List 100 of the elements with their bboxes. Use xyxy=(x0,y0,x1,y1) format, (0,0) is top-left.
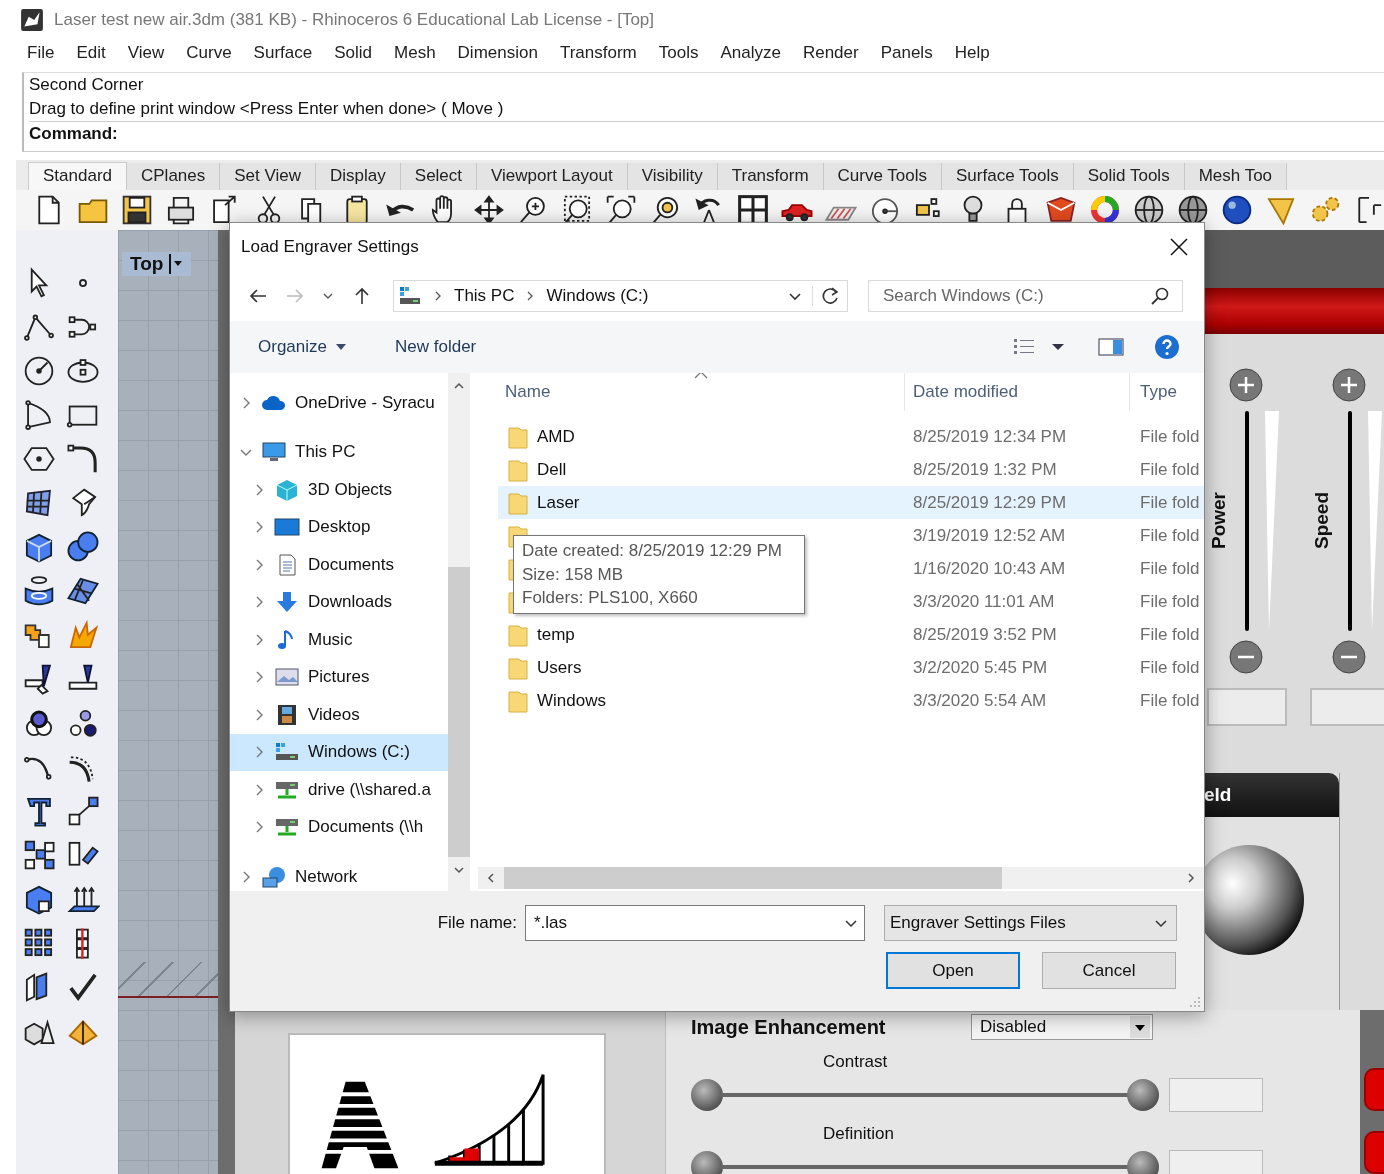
resize-grip-icon[interactable] xyxy=(1189,996,1201,1008)
menu-item[interactable]: Panels xyxy=(869,43,944,63)
toolbar-tab[interactable]: Visibility xyxy=(627,163,718,190)
column-header[interactable]: Type xyxy=(1130,373,1177,411)
tree-item[interactable]: Windows (C:) xyxy=(230,733,448,771)
file-type-dropdown[interactable]: Engraver Settings Files xyxy=(884,905,1177,941)
toolbar-tab[interactable]: Select xyxy=(400,163,478,190)
tree-item[interactable]: Videos xyxy=(230,696,448,734)
toolbar-tab[interactable]: Transform xyxy=(717,163,824,190)
tree-item[interactable]: Documents xyxy=(230,546,448,584)
tree-item[interactable]: This PC xyxy=(230,433,448,471)
input-field[interactable] xyxy=(1169,1150,1263,1174)
scroll-left-icon[interactable] xyxy=(486,872,496,884)
scroll-right-icon[interactable] xyxy=(1186,872,1196,884)
dialog-button[interactable]: Cancel xyxy=(1042,952,1176,989)
breadcrumb[interactable]: This PC xyxy=(454,286,515,306)
close-icon[interactable] xyxy=(1170,238,1188,256)
column-header[interactable]: Name xyxy=(478,373,905,411)
circle-icon[interactable] xyxy=(22,354,56,388)
cylinder-icon[interactable] xyxy=(22,574,56,608)
menu-item[interactable]: Render xyxy=(791,43,870,63)
file-name: AMD xyxy=(537,426,575,447)
viewport-tab[interactable]: Top xyxy=(122,252,192,276)
toolbar-tab[interactable]: Set View xyxy=(220,163,317,190)
file-row[interactable]: temp 8/25/2019 3:52 PM File fold xyxy=(498,618,1204,651)
toolbar-tab[interactable]: Surface Tools xyxy=(942,163,1074,190)
organize-menu[interactable]: Organize xyxy=(258,337,347,357)
file-row[interactable]: AMD 8/25/2019 12:34 PM File fold xyxy=(498,420,1204,453)
menu-item[interactable]: File xyxy=(16,43,66,63)
preview-pane-icon[interactable] xyxy=(1098,337,1124,357)
file-name-field[interactable]: *.las xyxy=(532,912,844,934)
tree-item[interactable]: Downloads xyxy=(230,583,448,621)
tree-item[interactable]: Desktop xyxy=(230,508,448,546)
file-row[interactable]: Users 3/2/2020 5:45 PM File fold xyxy=(498,651,1204,684)
slider-track[interactable] xyxy=(1245,411,1249,631)
dialog-button[interactable]: Open xyxy=(886,952,1020,989)
menu-item[interactable]: Edit xyxy=(65,43,117,63)
toolbar-tab[interactable]: Curve Tools xyxy=(823,163,943,190)
decrease-button[interactable] xyxy=(691,1079,723,1111)
help-icon[interactable] xyxy=(1154,334,1180,360)
decrease-button[interactable] xyxy=(691,1151,723,1174)
command-line[interactable]: Command: xyxy=(29,121,1384,146)
menu-item[interactable]: Mesh xyxy=(383,43,447,63)
tree-item[interactable]: drive (\\shared.a xyxy=(230,771,448,809)
toolbar-tab[interactable]: Viewport Layout xyxy=(477,163,628,190)
file-row[interactable]: Dell 8/25/2019 1:32 PM File fold xyxy=(498,453,1204,486)
minus-button[interactable] xyxy=(1332,640,1366,674)
menu-item[interactable]: Analyze xyxy=(709,43,792,63)
scale-icon[interactable] xyxy=(66,794,100,828)
minus-button[interactable] xyxy=(1229,640,1263,674)
tree-item[interactable]: Pictures xyxy=(230,658,448,696)
tree-item[interactable]: Documents (\\h xyxy=(230,808,448,846)
viewport[interactable]: Top xyxy=(118,230,218,1174)
slider-track[interactable] xyxy=(1348,411,1352,631)
sphere-icon[interactable] xyxy=(1220,193,1254,227)
input-field[interactable] xyxy=(1207,688,1287,726)
menu-item[interactable]: Tools xyxy=(647,43,710,63)
menu-item[interactable]: View xyxy=(116,43,176,63)
date-cell-text: 3/3/2020 5:54 AM xyxy=(912,690,1048,711)
array-squares-icon[interactable] xyxy=(22,838,56,872)
scroll-up-icon[interactable] xyxy=(453,381,465,391)
tree-item[interactable]: Network xyxy=(230,858,448,891)
search-icon xyxy=(1150,286,1170,306)
toolbar-tab[interactable]: CPlanes xyxy=(127,163,221,190)
plus-button[interactable] xyxy=(1332,368,1366,402)
mode-dropdown[interactable]: Disabled xyxy=(971,1014,1153,1040)
address-bar[interactable]: This PC Windows (C:) xyxy=(393,280,848,312)
file-name-combo-box[interactable]: *.las xyxy=(525,905,865,941)
toolbar-tab[interactable]: Display xyxy=(316,163,401,190)
scrollbar[interactable] xyxy=(448,373,470,891)
tree-item[interactable]: 3D Objects xyxy=(230,471,448,509)
search-box[interactable]: Search Windows (C:) xyxy=(868,280,1183,312)
spheres-icon[interactable] xyxy=(66,530,100,564)
toolbar-tab[interactable]: Standard xyxy=(28,162,127,190)
new-folder-button[interactable]: New folder xyxy=(395,337,477,357)
column-header[interactable]: Date modified xyxy=(905,373,1130,411)
slider-track[interactable] xyxy=(720,1093,1130,1097)
scroll-down-icon[interactable] xyxy=(453,865,465,875)
refresh-icon[interactable] xyxy=(812,286,841,306)
increase-button[interactable] xyxy=(1127,1151,1159,1174)
menu-item[interactable]: Surface xyxy=(242,43,324,63)
tree-item[interactable]: Music xyxy=(230,621,448,659)
menu-item[interactable]: Transform xyxy=(548,43,648,63)
tree-item[interactable]: OneDrive - Syracu xyxy=(230,384,448,422)
menu-item[interactable]: Help xyxy=(943,43,1001,63)
file-row[interactable]: Windows 3/3/2020 5:54 AM File fold xyxy=(498,684,1204,717)
scrollbar[interactable] xyxy=(478,867,1204,889)
input-field[interactable] xyxy=(1169,1078,1263,1112)
breadcrumb[interactable]: Windows (C:) xyxy=(546,286,649,306)
menu-item[interactable]: Curve xyxy=(175,43,243,63)
plus-button[interactable] xyxy=(1229,368,1263,402)
slider-track[interactable] xyxy=(720,1165,1130,1169)
menu-item[interactable]: Dimension xyxy=(446,43,549,63)
menu-item[interactable]: Solid xyxy=(323,43,383,63)
file-row[interactable]: Laser 8/25/2019 12:29 PM File fold xyxy=(498,486,1204,519)
increase-button[interactable] xyxy=(1127,1079,1159,1111)
toolbar-tab[interactable]: Mesh Too xyxy=(1184,163,1288,190)
toolbar-tab[interactable]: Solid Tools xyxy=(1073,163,1185,190)
input-field[interactable] xyxy=(1310,688,1384,726)
slider-label: Contrast xyxy=(823,1052,889,1072)
